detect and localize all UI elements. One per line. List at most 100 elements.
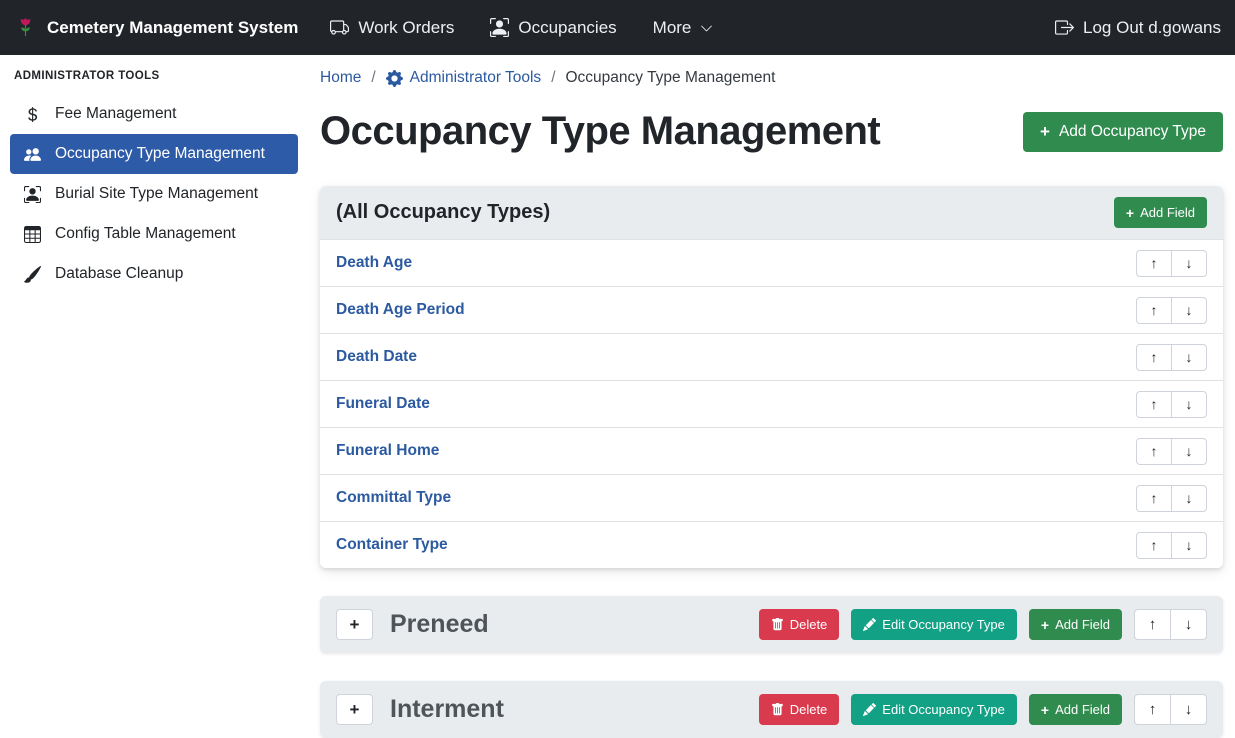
add-field-label: Add Field <box>1055 617 1110 632</box>
move-up-button[interactable]: ↑ <box>1136 485 1172 512</box>
delete-button[interactable]: Delete <box>759 609 840 640</box>
page-title: Occupancy Type Management <box>320 109 880 154</box>
field-link[interactable]: Death Age <box>336 254 412 272</box>
field-link[interactable]: Funeral Home <box>336 442 439 460</box>
field-row: Funeral Date ↑ ↓ <box>320 380 1223 427</box>
plus-icon: + <box>1126 206 1134 220</box>
table-icon <box>22 226 42 243</box>
move-down-button[interactable]: ↓ <box>1171 391 1207 418</box>
nav-work-orders-label: Work Orders <box>358 18 454 38</box>
add-field-button[interactable]: + Add Field <box>1114 197 1207 228</box>
move-down-button[interactable]: ↓ <box>1171 485 1207 512</box>
move-down-button[interactable]: ↓ <box>1171 438 1207 465</box>
move-down-button[interactable]: ↓ <box>1171 344 1207 371</box>
field-row: Funeral Home ↑ ↓ <box>320 427 1223 474</box>
move-up-button[interactable]: ↑ <box>1136 391 1172 418</box>
occupancy-type-section: + Preneed Delete Edit Occupancy Type <box>320 596 1223 653</box>
breadcrumb-admin-tools[interactable]: Administrator Tools <box>386 69 542 87</box>
reorder-buttons: ↑ ↓ <box>1134 609 1207 640</box>
pencil-icon <box>863 703 876 716</box>
delete-label: Delete <box>790 702 828 717</box>
chevron-down-icon <box>700 20 713 35</box>
expand-button[interactable]: + <box>336 609 373 640</box>
move-up-button[interactable]: ↑ <box>1134 609 1171 640</box>
nav-work-orders[interactable]: Work Orders <box>330 18 454 38</box>
delete-label: Delete <box>790 617 828 632</box>
move-up-button[interactable]: ↑ <box>1136 344 1172 371</box>
top-navbar: Cemetery Management System Work Orders O… <box>0 0 1235 55</box>
flower-logo-icon <box>14 14 37 41</box>
breadcrumb-admin-tools-label: Administrator Tools <box>410 69 542 87</box>
move-down-button[interactable]: ↓ <box>1170 609 1207 640</box>
breadcrumb-separator: / <box>551 69 555 87</box>
plus-icon: + <box>1041 618 1049 632</box>
sidebar-item-fee-management[interactable]: Fee Management <box>10 94 298 134</box>
field-link[interactable]: Death Age Period <box>336 301 465 319</box>
add-occupancy-type-button[interactable]: + Add Occupancy Type <box>1023 112 1223 152</box>
move-up-button[interactable]: ↑ <box>1136 532 1172 559</box>
field-link[interactable]: Death Date <box>336 348 417 366</box>
sidebar-item-label: Database Cleanup <box>55 265 183 283</box>
breadcrumb-separator: / <box>371 69 375 87</box>
users-icon <box>22 146 42 163</box>
edit-occupancy-type-label: Edit Occupancy Type <box>882 617 1005 632</box>
occupancy-type-section: + Interment Delete Edit Occupancy Type <box>320 681 1223 738</box>
reorder-buttons: ↑ ↓ <box>1134 694 1207 725</box>
field-row: Death Age ↑ ↓ <box>320 239 1223 286</box>
sidebar-item-occupancy-type-management[interactable]: Occupancy Type Management <box>10 134 298 174</box>
nav-occupancies[interactable]: Occupancies <box>490 18 616 38</box>
add-field-button[interactable]: + Add Field <box>1029 694 1122 725</box>
move-down-button[interactable]: ↓ <box>1171 250 1207 277</box>
trash-icon <box>771 618 784 631</box>
field-list: Death Age ↑ ↓ Death Age Period ↑ ↓ Dea <box>320 239 1223 568</box>
move-down-button[interactable]: ↓ <box>1171 297 1207 324</box>
move-down-button[interactable]: ↓ <box>1170 694 1207 725</box>
person-frame-icon <box>22 186 42 203</box>
add-occupancy-type-label: Add Occupancy Type <box>1059 123 1206 141</box>
nav-more-label: More <box>653 18 692 38</box>
broom-icon <box>22 266 42 283</box>
field-link[interactable]: Committal Type <box>336 489 451 507</box>
sidebar-item-label: Burial Site Type Management <box>55 185 258 203</box>
gear-icon <box>386 70 403 87</box>
edit-occupancy-type-button[interactable]: Edit Occupancy Type <box>851 609 1017 640</box>
sidebar-item-burial-site-type-management[interactable]: Burial Site Type Management <box>10 174 298 214</box>
move-up-button[interactable]: ↑ <box>1136 438 1172 465</box>
trash-icon <box>771 703 784 716</box>
person-bounding-box-icon <box>490 18 509 37</box>
breadcrumb-home[interactable]: Home <box>320 69 361 87</box>
nav-more[interactable]: More <box>653 18 714 38</box>
card-header: (All Occupancy Types) + Add Field <box>320 186 1223 239</box>
reorder-buttons: ↑ ↓ <box>1136 344 1207 371</box>
app-title: Cemetery Management System <box>47 18 298 38</box>
edit-occupancy-type-button[interactable]: Edit Occupancy Type <box>851 694 1017 725</box>
reorder-buttons: ↑ ↓ <box>1136 250 1207 277</box>
add-field-label: Add Field <box>1140 205 1195 220</box>
sidebar-item-label: Occupancy Type Management <box>55 145 265 163</box>
main-content: Home / Administrator Tools / Occupancy T… <box>308 55 1235 738</box>
move-up-button[interactable]: ↑ <box>1136 297 1172 324</box>
sidebar-item-database-cleanup[interactable]: Database Cleanup <box>10 254 298 294</box>
plus-icon: + <box>1041 703 1049 717</box>
occupancy-type-sections: + Preneed Delete Edit Occupancy Type <box>320 596 1223 738</box>
sidebar-item-config-table-management[interactable]: Config Table Management <box>10 214 298 254</box>
field-row: Container Type ↑ ↓ <box>320 521 1223 568</box>
logout-button[interactable]: Log Out d.gowans <box>1055 18 1221 38</box>
main-nav: Work Orders Occupancies More <box>330 18 713 38</box>
field-link[interactable]: Container Type <box>336 536 448 554</box>
field-link[interactable]: Funeral Date <box>336 395 430 413</box>
move-up-button[interactable]: ↑ <box>1134 694 1171 725</box>
breadcrumb: Home / Administrator Tools / Occupancy T… <box>320 63 1223 87</box>
reorder-buttons: ↑ ↓ <box>1136 391 1207 418</box>
reorder-buttons: ↑ ↓ <box>1136 297 1207 324</box>
expand-button[interactable]: + <box>336 694 373 725</box>
sidebar-item-label: Config Table Management <box>55 225 236 243</box>
move-down-button[interactable]: ↓ <box>1171 532 1207 559</box>
reorder-buttons: ↑ ↓ <box>1136 438 1207 465</box>
move-up-button[interactable]: ↑ <box>1136 250 1172 277</box>
occupancy-type-title: Preneed <box>390 610 489 639</box>
title-row: Occupancy Type Management + Add Occupanc… <box>320 109 1223 154</box>
add-field-button[interactable]: + Add Field <box>1029 609 1122 640</box>
pencil-icon <box>863 618 876 631</box>
delete-button[interactable]: Delete <box>759 694 840 725</box>
